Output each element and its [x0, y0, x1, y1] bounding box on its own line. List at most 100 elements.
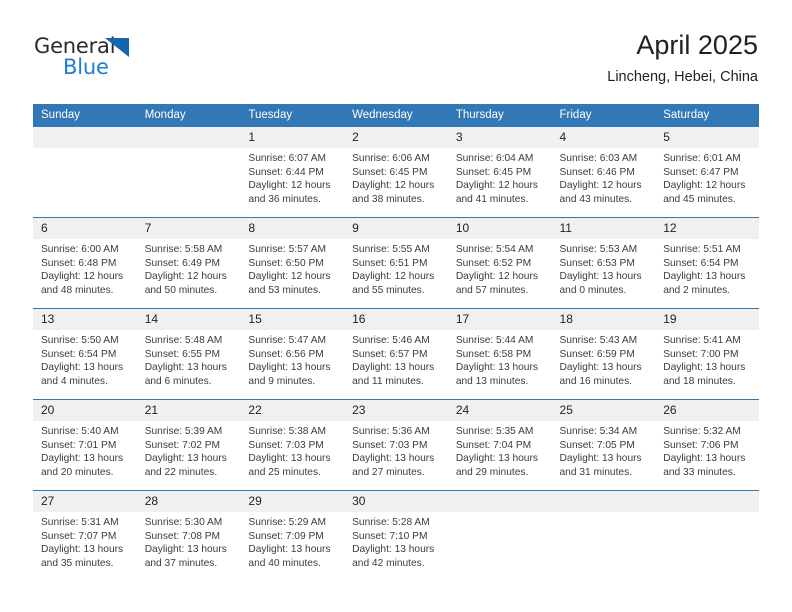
- calendar-day-cell[interactable]: 2 Sunrise: 6:06 AM Sunset: 6:45 PM Daylight…: [344, 127, 448, 218]
- day-daylight-line: Daylight: 13 hours: [455, 362, 538, 374]
- day-number: 29: [240, 491, 345, 512]
- calendar-day-cell[interactable]: 9 Sunrise: 5:55 AM Sunset: 6:51 PM Daylight…: [344, 217, 448, 309]
- day-number: 28: [136, 491, 241, 512]
- day-sunset-line: Sunset: 7:00 PM: [663, 348, 739, 360]
- day-daylight-line: and 40 minutes.: [248, 557, 321, 569]
- day-daylight-line: and 29 minutes.: [455, 466, 529, 478]
- day-details: Sunrise: 5:55 AM Sunset: 6:51 PM Daylight:…: [344, 239, 448, 297]
- day-daylight-line: Daylight: 13 hours: [559, 271, 642, 283]
- calendar-page: General Blue April 2025 Lincheng, Hebei,…: [0, 0, 792, 612]
- day-details: Sunrise: 5:50 AM Sunset: 6:54 PM Daylight:…: [33, 330, 137, 388]
- day-sunset-line: Sunset: 7:02 PM: [144, 439, 221, 451]
- day-details: Sunrise: 6:00 AM Sunset: 6:48 PM Daylight:…: [33, 239, 137, 297]
- day-daylight-line: and 33 minutes.: [663, 466, 736, 478]
- calendar-day-cell[interactable]: 15 Sunrise: 5:47 AM Sunset: 6:56 PM Dayligh…: [240, 308, 345, 400]
- day-sunset-line: Sunset: 6:51 PM: [352, 257, 428, 269]
- calendar-body: 1 Sunrise: 6:07 AM Sunset: 6:44 PM Daylight…: [33, 127, 759, 581]
- calendar-day-cell[interactable]: 23 Sunrise: 5:36 AM Sunset: 7:03 PM Dayligh…: [344, 399, 448, 491]
- calendar-day-cell[interactable]: 10 Sunrise: 5:54 AM Sunset: 6:52 PM Dayligh…: [447, 217, 552, 309]
- day-daylight-line: and 16 minutes.: [559, 375, 633, 387]
- day-daylight-line: and 45 minutes.: [663, 193, 736, 205]
- calendar-day-cell[interactable]: 11 Sunrise: 5:53 AM Sunset: 6:53 PM Dayligh…: [551, 217, 656, 309]
- calendar-day-cell[interactable]: 18 Sunrise: 5:43 AM Sunset: 6:59 PM Dayligh…: [551, 308, 656, 400]
- calendar-day-cell[interactable]: 4 Sunrise: 6:03 AM Sunset: 6:46 PM Daylight…: [551, 127, 656, 218]
- calendar-day-cell[interactable]: 7 Sunrise: 5:58 AM Sunset: 6:49 PM Daylight…: [136, 217, 241, 309]
- calendar-day-cell[interactable]: 12 Sunrise: 5:51 AM Sunset: 6:54 PM Dayligh…: [655, 217, 759, 309]
- calendar-day-cell[interactable]: 17 Sunrise: 5:44 AM Sunset: 6:58 PM Dayligh…: [447, 308, 552, 400]
- day-daylight-line: and 0 minutes.: [559, 284, 627, 296]
- day-sunset-line: Sunset: 7:05 PM: [559, 439, 635, 451]
- calendar-day-cell[interactable]: 6 Sunrise: 6:00 AM Sunset: 6:48 PM Daylight…: [33, 217, 137, 309]
- calendar-day-cell[interactable]: 16 Sunrise: 5:46 AM Sunset: 6:57 PM Dayligh…: [344, 308, 448, 400]
- day-details: Sunrise: 5:30 AM Sunset: 7:08 PM Daylight:…: [137, 512, 241, 570]
- calendar-day-cell[interactable]: 13 Sunrise: 5:50 AM Sunset: 6:54 PM Dayligh…: [33, 308, 137, 400]
- day-sunset-line: Sunset: 6:50 PM: [248, 257, 324, 269]
- day-daylight-line: and 55 minutes.: [352, 284, 425, 296]
- calendar-day-cell[interactable]: 1 Sunrise: 6:07 AM Sunset: 6:44 PM Daylight…: [240, 127, 345, 218]
- calendar-day-cell[interactable]: 8 Sunrise: 5:57 AM Sunset: 6:50 PM Daylight…: [240, 217, 345, 309]
- day-sunrise-line: Sunrise: 6:07 AM: [248, 153, 326, 164]
- day-details: Sunrise: 5:47 AM Sunset: 6:56 PM Daylight:…: [240, 330, 344, 388]
- day-details: Sunrise: 5:29 AM Sunset: 7:09 PM Daylight:…: [240, 512, 344, 570]
- calendar-cell-empty: [551, 490, 656, 581]
- day-sunset-line: Sunset: 7:03 PM: [352, 439, 428, 451]
- day-number: 6: [33, 218, 137, 239]
- day-daylight-line: and 11 minutes.: [352, 375, 424, 387]
- weekday-header-sunday: Sunday: [33, 104, 137, 127]
- day-details: Sunrise: 5:28 AM Sunset: 7:10 PM Daylight:…: [344, 512, 448, 570]
- day-details: Sunrise: 6:03 AM Sunset: 6:46 PM Daylight:…: [552, 148, 656, 206]
- day-number: 4: [551, 127, 656, 148]
- calendar-day-cell[interactable]: 22 Sunrise: 5:38 AM Sunset: 7:03 PM Dayligh…: [240, 399, 345, 491]
- calendar-cell-empty: [655, 490, 759, 581]
- calendar-day-cell[interactable]: 26 Sunrise: 5:32 AM Sunset: 7:06 PM Dayligh…: [655, 399, 759, 491]
- day-sunset-line: Sunset: 6:52 PM: [455, 257, 532, 269]
- day-daylight-line: and 22 minutes.: [144, 466, 218, 478]
- calendar-week-row: 20 Sunrise: 5:40 AM Sunset: 7:01 PM Dayligh…: [33, 399, 759, 491]
- calendar-day-cell[interactable]: 3 Sunrise: 6:04 AM Sunset: 6:45 PM Daylight…: [447, 127, 552, 218]
- day-daylight-line: Daylight: 12 hours: [455, 180, 538, 192]
- day-sunrise-line: Sunrise: 5:28 AM: [352, 517, 430, 528]
- day-details: Sunrise: 5:57 AM Sunset: 6:50 PM Daylight:…: [240, 239, 344, 297]
- day-daylight-line: and 38 minutes.: [352, 193, 425, 205]
- day-daylight-line: and 50 minutes.: [144, 284, 218, 296]
- day-details: Sunrise: 5:54 AM Sunset: 6:52 PM Daylight:…: [448, 239, 552, 297]
- calendar-day-cell[interactable]: 21 Sunrise: 5:39 AM Sunset: 7:02 PM Dayligh…: [136, 399, 241, 491]
- day-details: Sunrise: 5:51 AM Sunset: 6:54 PM Daylight:…: [655, 239, 759, 297]
- day-sunset-line: Sunset: 7:06 PM: [663, 439, 739, 451]
- day-number: 5: [655, 127, 759, 148]
- calendar-day-cell[interactable]: 19 Sunrise: 5:41 AM Sunset: 7:00 PM Dayligh…: [655, 308, 759, 400]
- calendar-week-row: 27 Sunrise: 5:31 AM Sunset: 7:07 PM Dayligh…: [33, 490, 759, 581]
- calendar-day-cell[interactable]: 5 Sunrise: 6:01 AM Sunset: 6:47 PM Daylight…: [655, 127, 759, 218]
- day-details: Sunrise: 5:32 AM Sunset: 7:06 PM Daylight:…: [655, 421, 759, 479]
- day-daylight-line: Daylight: 12 hours: [352, 180, 435, 192]
- calendar-day-cell[interactable]: 29 Sunrise: 5:29 AM Sunset: 7:09 PM Dayligh…: [240, 490, 345, 581]
- calendar-day-cell[interactable]: 25 Sunrise: 5:34 AM Sunset: 7:05 PM Dayligh…: [551, 399, 656, 491]
- calendar-day-cell[interactable]: 14 Sunrise: 5:48 AM Sunset: 6:55 PM Dayligh…: [136, 308, 241, 400]
- day-number: 26: [655, 400, 759, 421]
- calendar-day-cell[interactable]: 24 Sunrise: 5:35 AM Sunset: 7:04 PM Dayligh…: [447, 399, 552, 491]
- day-daylight-line: Daylight: 12 hours: [663, 180, 746, 192]
- day-daylight-line: and 2 minutes.: [663, 284, 731, 296]
- page-title: April 2025: [636, 30, 758, 60]
- calendar-day-cell[interactable]: 28 Sunrise: 5:30 AM Sunset: 7:08 PM Dayligh…: [136, 490, 241, 581]
- logo-text-blue: Blue: [63, 55, 109, 79]
- day-number: [136, 127, 241, 148]
- day-daylight-line: Daylight: 13 hours: [41, 544, 124, 556]
- day-number: 19: [655, 309, 759, 330]
- day-daylight-line: Daylight: 13 hours: [663, 271, 746, 283]
- day-details: Sunrise: 5:36 AM Sunset: 7:03 PM Daylight:…: [344, 421, 448, 479]
- day-sunrise-line: Sunrise: 6:04 AM: [455, 153, 534, 164]
- day-number: [447, 491, 552, 512]
- day-daylight-line: Daylight: 13 hours: [559, 453, 642, 465]
- day-details: Sunrise: 5:39 AM Sunset: 7:02 PM Daylight:…: [137, 421, 241, 479]
- general-blue-logo: General Blue: [34, 34, 164, 80]
- calendar-day-cell[interactable]: 20 Sunrise: 5:40 AM Sunset: 7:01 PM Dayligh…: [33, 399, 137, 491]
- day-sunrise-line: Sunrise: 6:06 AM: [352, 153, 430, 164]
- day-daylight-line: Daylight: 13 hours: [248, 453, 331, 465]
- day-details: Sunrise: 5:31 AM Sunset: 7:07 PM Daylight:…: [33, 512, 137, 570]
- calendar-day-cell[interactable]: 27 Sunrise: 5:31 AM Sunset: 7:07 PM Dayligh…: [33, 490, 137, 581]
- day-number: 27: [33, 491, 137, 512]
- day-sunrise-line: Sunrise: 5:41 AM: [663, 335, 741, 346]
- calendar-day-cell[interactable]: 30 Sunrise: 5:28 AM Sunset: 7:10 PM Dayligh…: [344, 490, 448, 581]
- day-daylight-line: Daylight: 13 hours: [559, 362, 642, 374]
